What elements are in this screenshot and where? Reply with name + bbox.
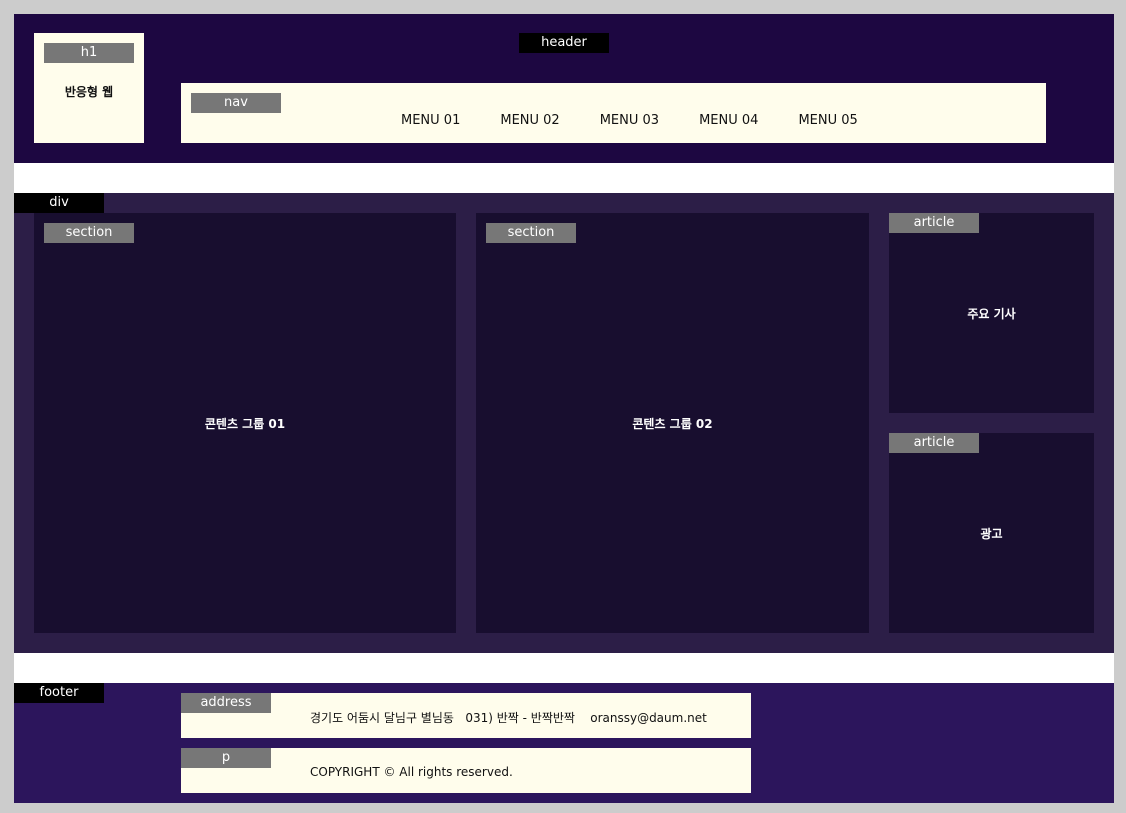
copyright-box: p COPYRIGHT © All rights reserved. (181, 748, 751, 793)
article-main-news: article 주요 기사 (889, 213, 1094, 413)
menu-item-02[interactable]: MENU 02 (500, 113, 559, 129)
copyright-text: COPYRIGHT © All rights reserved. (310, 765, 513, 779)
article-ad: article 광고 (889, 433, 1094, 633)
p-label: p (181, 748, 271, 768)
header: header h1 반응형 웹 nav MENU 01 MENU 02 MENU… (14, 14, 1114, 163)
menu-item-03[interactable]: MENU 03 (600, 113, 659, 129)
section-content-01: section 콘텐츠 그룹 01 (34, 213, 456, 633)
content-container: div section 콘텐츠 그룹 01 section 콘텐츠 그룹 02 … (14, 193, 1114, 653)
nav-label: nav (191, 93, 281, 113)
address-label: address (181, 693, 271, 713)
section-content-02-text: 콘텐츠 그룹 02 (632, 417, 713, 431)
site-title[interactable]: 반응형 웹 (34, 83, 144, 100)
logo-box[interactable]: h1 반응형 웹 (34, 33, 144, 143)
menu-item-04[interactable]: MENU 04 (699, 113, 758, 129)
article-ad-text: 광고 (980, 527, 1003, 541)
article-label: article (889, 433, 979, 453)
h1-label: h1 (44, 43, 134, 63)
address-box: address 경기도 어둠시 달님구 별님동 031) 반짝 - 반짝반짝 o… (181, 693, 751, 738)
header-label: header (519, 33, 609, 53)
address-text: 경기도 어둠시 달님구 별님동 031) 반짝 - 반짝반짝 oranssy@d… (310, 711, 707, 725)
section-content-01-text: 콘텐츠 그룹 01 (204, 417, 286, 431)
section-label: section (44, 223, 134, 243)
nav-bar: nav MENU 01 MENU 02 MENU 03 MENU 04 MENU… (181, 83, 1046, 143)
article-label: article (889, 213, 979, 233)
footer: footer address 경기도 어둠시 달님구 별님동 031) 반짝 -… (14, 683, 1114, 803)
section-label: section (486, 223, 576, 243)
menu-item-05[interactable]: MENU 05 (798, 113, 857, 129)
menu-item-01[interactable]: MENU 01 (401, 113, 460, 129)
footer-label: footer (14, 683, 104, 703)
article-main-news-text: 주요 기사 (967, 307, 1016, 321)
section-content-02: section 콘텐츠 그룹 02 (476, 213, 869, 633)
div-label: div (14, 193, 104, 213)
menu-list: MENU 01 MENU 02 MENU 03 MENU 04 MENU 05 (401, 113, 898, 129)
